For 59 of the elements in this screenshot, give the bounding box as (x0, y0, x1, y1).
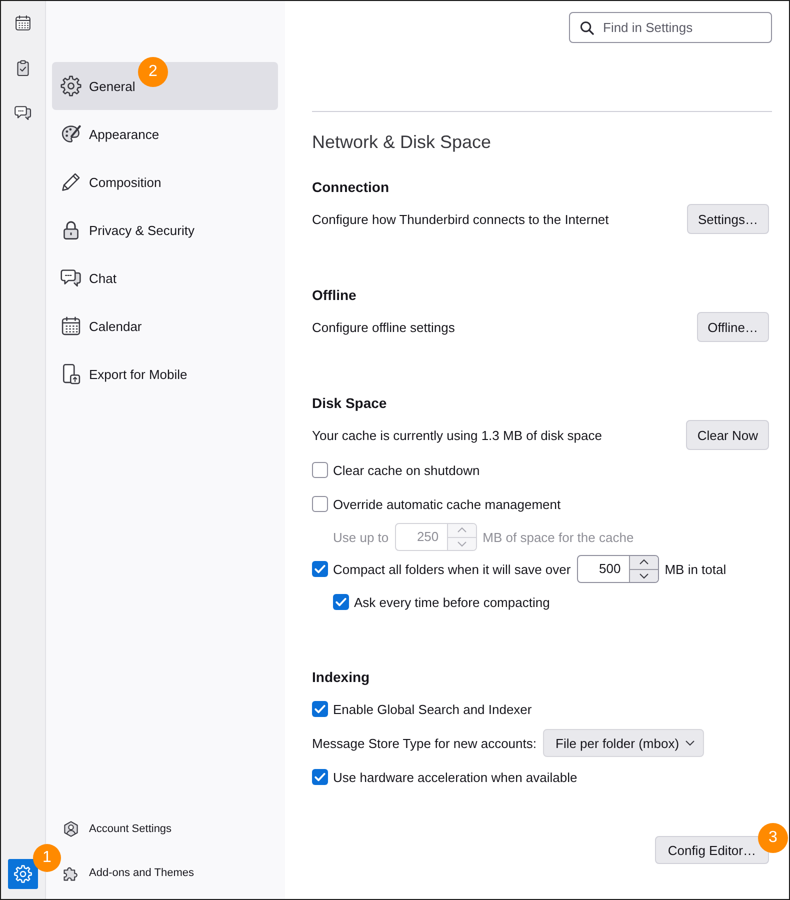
action-button[interactable]: Clear Now (686, 420, 769, 450)
section-heading: Indexing (312, 668, 370, 687)
checkbox[interactable] (333, 594, 349, 610)
checkbox-label[interactable]: Use hardware acceleration when available (333, 770, 578, 784)
checkbox[interactable] (312, 561, 328, 577)
chevron-down-icon (638, 572, 649, 579)
checkbox[interactable] (312, 701, 328, 717)
calendar-icon[interactable] (14, 14, 32, 32)
chat-bubbles-icon (60, 267, 82, 289)
search-icon (580, 20, 594, 34)
dropdown[interactable]: File per folder (mbox) (542, 729, 704, 757)
phone-icon (60, 363, 82, 385)
clipboard-icon[interactable] (14, 59, 32, 77)
chevron-down-icon (685, 740, 696, 746)
calendar-icon (60, 315, 82, 337)
chevron-up-icon (638, 559, 649, 566)
config-editor-button[interactable]: Config Editor… (654, 836, 769, 864)
page-title: Network & Disk Space (312, 131, 492, 154)
section-heading: Offline (312, 286, 356, 305)
section-heading: Connection (312, 178, 389, 197)
unit-label: MB in total (664, 562, 726, 576)
checkbox[interactable] (312, 496, 328, 512)
spin-up-button[interactable] (630, 556, 658, 568)
settings-icon[interactable] (8, 859, 38, 889)
chevron-up-icon (456, 527, 467, 534)
nav-item[interactable]: Appearance (52, 110, 278, 158)
nav-item[interactable]: Composition (52, 158, 278, 206)
palette-icon (60, 123, 82, 145)
annotation-badge: 3 (758, 823, 788, 853)
chevron-down-icon (456, 540, 467, 547)
unit-label: MB of space for the cache (482, 530, 634, 544)
sidebar-link[interactable]: Add-ons and Themes (62, 864, 194, 882)
pencil-icon (60, 171, 82, 193)
checkbox-label[interactable]: Override automatic cache management (333, 496, 561, 512)
nav-item[interactable]: Chat (52, 254, 278, 302)
description-text: Configure how Thunderbird connects to the Internet (312, 212, 609, 226)
number-field[interactable]: 500 (576, 555, 659, 583)
checkbox-label[interactable]: Compact all folders when it will save over (333, 562, 571, 576)
field-label: Use up to (333, 530, 389, 544)
chat-bubbles-icon[interactable] (14, 104, 32, 122)
checkbox[interactable] (312, 462, 328, 478)
checkbox-label[interactable]: Clear cache on shutdown (333, 462, 480, 478)
action-button[interactable]: Settings… (687, 204, 769, 234)
checkbox-label[interactable]: Enable Global Search and Indexer (333, 702, 532, 716)
field-label: Message Store Type for new accounts: (312, 736, 536, 750)
nav-item[interactable]: Export for Mobile (52, 350, 278, 398)
person-icon (62, 820, 80, 838)
spin-down-button[interactable] (630, 568, 658, 582)
nav-item[interactable]: Calendar (52, 302, 278, 350)
search-field[interactable]: Find in Settings (569, 12, 772, 43)
sidebar-link[interactable]: Account Settings (62, 820, 172, 838)
action-button[interactable]: Offline… (696, 312, 769, 342)
checkbox-label[interactable]: Ask every time before compacting (354, 594, 550, 610)
description-text: Configure offline settings (312, 320, 455, 334)
checkbox[interactable] (312, 769, 328, 785)
section-heading: Disk Space (312, 394, 387, 413)
description-text: Your cache is currently using 1.3 MB of disk space (312, 428, 602, 442)
gear-icon (60, 75, 82, 97)
nav-item[interactable]: Privacy & Security (52, 206, 278, 254)
